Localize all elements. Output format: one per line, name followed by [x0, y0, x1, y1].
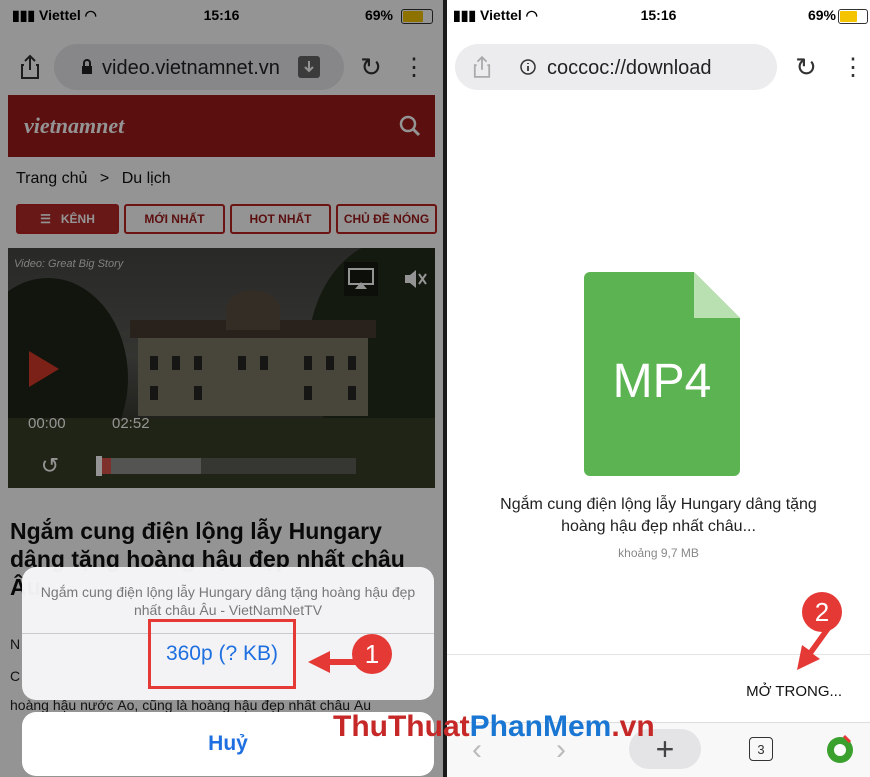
- url-text: coccoc://download: [547, 57, 712, 79]
- clock: 15:16: [640, 7, 677, 23]
- watermark-part-1: ThuThuat: [333, 710, 470, 743]
- step-1-badge: 1: [352, 634, 392, 674]
- tabs-icon[interactable]: 3: [749, 737, 773, 761]
- watermark-part-3: .vn: [611, 710, 655, 743]
- watermark-part-2: PhanMem: [469, 710, 612, 743]
- quality-360p-button[interactable]: 360p (? KB): [148, 619, 296, 689]
- mp4-file-icon: MP4: [584, 272, 740, 476]
- file-type-label: MP4: [612, 355, 712, 408]
- sheet-message: Ngắm cung điện lộng lẫy Hungary dâng tặn…: [40, 584, 416, 618]
- download-file-size: khoảng 9,7 MB: [618, 546, 699, 560]
- right-phone-screen: ▮▮▮ Viettel ◠ 15:16 69% coccoc://downloa…: [447, 0, 870, 777]
- status-bar: ▮▮▮ Viettel ◠ 15:16 69%: [447, 0, 870, 30]
- info-icon[interactable]: [519, 58, 537, 76]
- left-phone-screen: ▮▮▮ Viettel ◠ 15:16 69% video.vietnamnet…: [0, 0, 443, 777]
- battery-percent: 69%: [807, 7, 836, 23]
- more-icon[interactable]: ⋮: [841, 52, 865, 82]
- address-bar[interactable]: coccoc://download: [455, 44, 777, 90]
- reload-icon[interactable]: ↻: [791, 52, 821, 82]
- open-in-button[interactable]: MỞ TRONG...: [746, 683, 842, 700]
- watermark: ThuThuatPhanMem.vn: [333, 710, 655, 744]
- step-2-badge: 2: [802, 592, 842, 632]
- coccoc-logo-icon[interactable]: [823, 731, 857, 765]
- download-file-name: Ngắm cung điện lộng lẫy Hungary dâng tặn…: [500, 496, 817, 535]
- share-icon[interactable]: [469, 54, 495, 80]
- battery-icon: [838, 9, 868, 24]
